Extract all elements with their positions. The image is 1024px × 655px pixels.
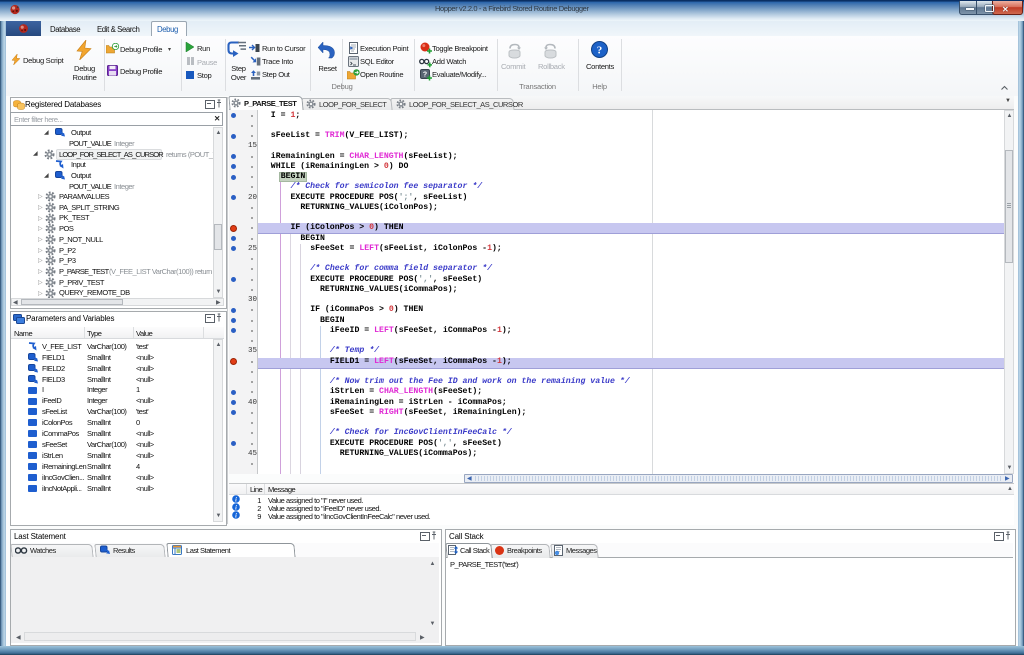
svg-text:i: i — [235, 505, 237, 512]
svg-text:?: ? — [597, 45, 603, 57]
svg-text:i: i — [235, 513, 237, 520]
svg-text:i: i — [235, 496, 237, 503]
svg-text:?: ? — [423, 71, 427, 78]
